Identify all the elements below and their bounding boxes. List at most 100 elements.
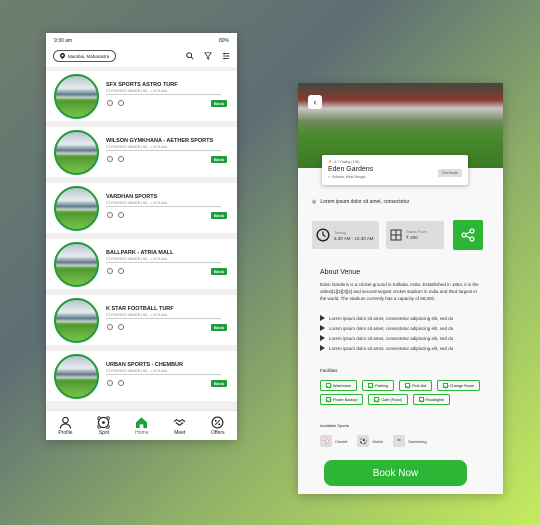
- sport-item: ⚾ Cricket: [320, 435, 347, 447]
- book-button[interactable]: Book: [211, 100, 227, 107]
- check-icon: [326, 383, 331, 388]
- book-button[interactable]: Book: [211, 212, 227, 219]
- sport-item: ≈ Swimming: [393, 435, 427, 447]
- venue-name: SFX SPORTS ASTRO TURF: [106, 82, 178, 88]
- status-time: 9:30 am: [54, 38, 73, 44]
- book-button[interactable]: Book: [211, 380, 227, 387]
- facility-chip[interactable]: Washroom: [320, 380, 358, 391]
- venue-card[interactable]: VARDHAN SPORTS ST FRANCIS XAVIER HIG... …: [46, 183, 237, 233]
- nav-label: Profile: [58, 429, 73, 436]
- feature-list: Lorem ipsum dolor sit amet, consectetur …: [320, 313, 490, 353]
- list-item: Lorem ipsum dolor sit amet, consectetur …: [320, 313, 490, 323]
- check-icon: [418, 397, 424, 402]
- amenity-icon: [118, 100, 124, 106]
- nav-profile[interactable]: Profile: [58, 416, 73, 436]
- facility-chip[interactable]: First Aid: [399, 380, 432, 391]
- sport-icon: [107, 380, 113, 386]
- check-icon: [405, 383, 411, 388]
- venue-thumbnail: [54, 354, 99, 399]
- venue-rating: ★ 4.7 Rating (138): [328, 159, 462, 165]
- nav-label: Offers: [211, 429, 225, 436]
- location-text: Kolkata, West Bengal: [331, 175, 366, 179]
- facility-chip[interactable]: Power Backup: [320, 394, 364, 405]
- check-icon: [368, 383, 374, 388]
- sport-icon: [107, 212, 113, 218]
- venue-address: ST FRANCIS XAVIER HIG... ( 40.5 km): [106, 313, 168, 317]
- amenity-icon: [118, 212, 124, 218]
- venue-card[interactable]: BALLPARK - ATRIA MALL ST FRANCIS XAVIER …: [46, 239, 237, 289]
- search-icon[interactable]: [186, 52, 194, 60]
- venue-name: VARDHAN SPORTS: [106, 194, 158, 200]
- info-icon: ◎: [312, 199, 317, 205]
- short-description-text: Lorem ipsum dolor sit amet, consectetur: [320, 199, 410, 205]
- sport-icon: [107, 156, 113, 162]
- venue-thumbnail: [54, 242, 99, 287]
- nav-label: Meet: [174, 429, 186, 436]
- divider: [106, 318, 221, 319]
- book-button[interactable]: Book: [211, 268, 227, 275]
- facility-label: Floodlights: [425, 397, 445, 402]
- venue-list: SFX SPORTS ASTRO TURF ST FRANCIS XAVIER …: [46, 67, 237, 401]
- facility-chip[interactable]: Parking: [362, 380, 395, 391]
- swimming-icon: ≈: [393, 435, 406, 447]
- discount-icon: [211, 416, 224, 428]
- list-item: Lorem ipsum dolor sit amet, consectetur …: [320, 323, 490, 333]
- venue-card[interactable]: SFX SPORTS ASTRO TURF ST FRANCIS XAVIER …: [46, 71, 237, 121]
- nav-meet[interactable]: Meet: [173, 416, 186, 436]
- facility-label: Washroom: [333, 383, 352, 388]
- bottom-nav: Profile Spot Home Meet Offers: [46, 410, 237, 440]
- list-item: Lorem ipsum dolor sit amet, consectetur …: [320, 333, 490, 343]
- court-icon: [390, 229, 402, 241]
- venue-card[interactable]: WILSON GYMKHANA - AETHER SPORTS ST FRANC…: [46, 127, 237, 177]
- timing-value: 6.30 AM - 12.30 AM: [334, 235, 374, 241]
- list-item-text: Lorem ipsum dolor sit amet, consectetur …: [329, 345, 454, 351]
- nav-spot[interactable]: Spot: [97, 415, 110, 436]
- facility-chip[interactable]: Change Room: [436, 380, 481, 391]
- get-route-button[interactable]: Get Route: [438, 169, 462, 177]
- facility-chip[interactable]: Floodlights: [412, 394, 451, 405]
- share-icon: [461, 228, 475, 242]
- venue-card[interactable]: K STAR FOOTBALL TURF ST FRANCIS XAVIER H…: [46, 295, 237, 345]
- profile-icon: [59, 416, 72, 429]
- share-button[interactable]: [453, 220, 483, 250]
- facility-label: Cafe (Food): [381, 397, 402, 402]
- book-now-button[interactable]: Book Now: [324, 460, 467, 486]
- venue-name: URBAN SPORTS - CHEMBUR: [106, 362, 183, 368]
- filter-icon[interactable]: [204, 52, 212, 60]
- venue-address: ST FRANCIS XAVIER HIG... ( 40.5 km): [106, 369, 168, 373]
- sport-label: Cricket: [335, 438, 348, 444]
- sports-title: Available Sports: [320, 423, 349, 428]
- triangle-bullet-icon: [320, 345, 325, 351]
- about-title: About Venue: [320, 269, 361, 276]
- divider: [106, 262, 221, 263]
- sport-label: Swimming: [408, 438, 427, 444]
- venue-card[interactable]: URBAN SPORTS - CHEMBUR ST FRANCIS XAVIER…: [46, 351, 237, 401]
- book-button[interactable]: Book: [211, 324, 227, 331]
- venue-name: K STAR FOOTBALL TURF: [106, 306, 174, 312]
- venue-thumbnail: [54, 298, 99, 343]
- divider: [106, 374, 221, 375]
- timing-label: Timing: [334, 229, 346, 235]
- nav-label: Home: [135, 429, 149, 436]
- facility-label: Change Room: [449, 383, 475, 388]
- ball-icon: [97, 415, 110, 429]
- list-item: Lorem ipsum dolor sit amet, consectetur …: [320, 343, 490, 353]
- nav-label: Spot: [98, 429, 109, 436]
- facility-chip[interactable]: Cafe (Food): [368, 394, 408, 405]
- nav-offers[interactable]: Offers: [211, 416, 225, 436]
- amenity-icon: [118, 156, 124, 162]
- venue-address: ST FRANCIS XAVIER HIG... ( 40.5 km): [106, 89, 168, 93]
- sliders-icon[interactable]: [222, 52, 230, 60]
- about-text: Eden Gardens is a cricket ground in Kolk…: [320, 282, 479, 301]
- venue-address: ST FRANCIS XAVIER HIG... ( 40.5 km): [106, 257, 168, 261]
- list-item-text: Lorem ipsum dolor sit amet, consectetur …: [329, 315, 454, 321]
- venue-address: ST FRANCIS XAVIER HIG... ( 40.5 km): [106, 201, 168, 205]
- book-button[interactable]: Book: [211, 156, 227, 163]
- location-pin-icon: ⌖: [328, 175, 330, 179]
- location-selector[interactable]: Mumbai, Maharastra: [53, 50, 117, 62]
- nav-home[interactable]: Home: [135, 416, 148, 436]
- star-icon: ★: [328, 159, 333, 165]
- back-button[interactable]: ‹: [308, 95, 322, 109]
- venue-name: BALLPARK - ATRIA MALL: [106, 250, 174, 256]
- location-label: Mumbai, Maharastra: [68, 53, 110, 59]
